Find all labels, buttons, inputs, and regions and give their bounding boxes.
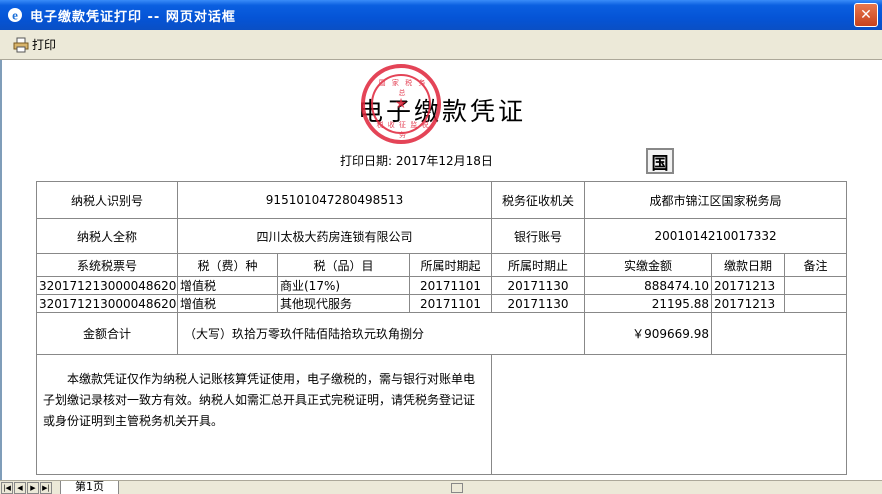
total-blank [711,312,848,355]
period-start: 20171101 [408,276,493,295]
tax-item: 商业(17%) [277,276,410,295]
notice-text: 本缴款凭证仅作为纳税人记账核算凭证使用，电子缴税的，需与银行对账单电子划缴记录核… [35,354,493,475]
tax-item: 其他现代服务 [277,294,410,313]
period-end: 20171130 [491,276,586,295]
period-start: 20171101 [408,294,493,313]
total-label: 金额合计 [36,312,178,355]
star-icon: ★ [394,96,408,112]
official-seal: ★ 国 家 税 务 总 税 收 征 监 税 务 [361,64,441,144]
bank-account: 2001014210017332 [584,218,848,254]
table-row: 320171213000048620 增值税 其他现代服务 20171101 2… [36,294,848,313]
print-label: 打印 [32,38,57,52]
payment-date: 20171213 [711,294,786,313]
col-header: 税（费）种 [177,253,278,277]
taxpayer-id-label: 纳税人识别号 [36,181,178,219]
close-button[interactable]: ✕ [854,3,878,27]
taxpayer-id: 915101047280498513 [176,181,493,219]
remark [784,276,848,295]
tax-type: 增值税 [177,276,278,295]
prev-page-icon[interactable]: ◀ [14,481,26,494]
ie-icon: e [6,6,24,24]
col-header: 实缴金额 [584,253,713,277]
tab-page-1[interactable]: 第1页 [60,480,119,494]
print-date: 打印日期: 2017年12月18日 [340,154,493,168]
paid-amount: 888474.10 [584,276,713,295]
payment-certificate-table: 纳税人识别号 915101047280498513 税务征收机关 成都市锦江区国… [35,181,848,475]
tax-office-label: 税务征收机关 [491,181,586,219]
sheet-tab-bar: |◀ ◀ ▶ ▶| 第1页 [0,480,882,494]
ticket-number: 320171213000048620 [36,294,178,313]
notice-row: 本缴款凭证仅作为纳税人记账核算凭证使用，电子缴税的，需与银行对账单电子划缴记录核… [35,354,848,475]
tax-office: 成都市锦江区国家税务局 [584,181,848,219]
col-header: 税（品）目 [277,253,410,277]
taxpayer-name: 四川太极大药房连锁有限公司 [176,218,493,254]
taxpayer-name-label: 纳税人全称 [36,218,178,254]
toolbar: 打印 [0,30,882,60]
total-uppercase: （大写）玖拾万零玖仟陆佰陆拾玖元玖角捌分 [176,312,586,355]
col-header: 所属时期起 [408,253,493,277]
national-tax-mark: 国 [646,148,674,174]
document-view[interactable]: 电子缴款凭证 ★ 国 家 税 务 总 税 收 征 监 税 务 打印日期: 201… [0,60,882,480]
printer-icon [13,37,29,52]
window-titlebar: e 电子缴款凭证打印 -- 网页对话框 ✕ [0,0,882,30]
tax-type: 增值税 [177,294,278,313]
scroll-thumb[interactable] [451,482,463,493]
paid-amount: 21195.88 [584,294,713,313]
col-header: 所属时期止 [491,253,586,277]
table-header-row: 系统税票号 税（费）种 税（品）目 所属时期起 所属时期止 实缴金额 缴款日期 … [36,253,848,277]
last-page-icon[interactable]: ▶| [40,481,52,494]
period-end: 20171130 [491,294,586,313]
col-header: 备注 [784,253,848,277]
total-row: 金额合计 （大写）玖拾万零玖仟陆佰陆拾玖元玖角捌分 ￥909669.98 [36,312,848,355]
window-title: 电子缴款凭证打印 -- 网页对话框 [30,9,236,25]
notice-blank [491,354,848,475]
print-button[interactable]: 打印 [10,34,59,56]
remark [784,294,848,313]
col-header: 缴款日期 [711,253,786,277]
first-page-icon[interactable]: |◀ [1,481,13,494]
svg-text:e: e [12,8,18,23]
next-page-icon[interactable]: ▶ [27,481,39,494]
total-amount: ￥909669.98 [584,312,713,355]
table-row: 320171213000048620 增值税 商业(17%) 20171101 … [36,276,848,295]
horizontal-scrollbar[interactable] [131,482,882,494]
ticket-number: 320171213000048620 [36,276,178,295]
bank-account-label: 银行账号 [491,218,586,254]
payment-date: 20171213 [711,276,786,295]
seal-text-top: 国 家 税 务 总 [378,79,428,97]
seal-text-bottom: 税 收 征 监 税 务 [376,121,430,139]
col-header: 系统税票号 [36,253,178,277]
